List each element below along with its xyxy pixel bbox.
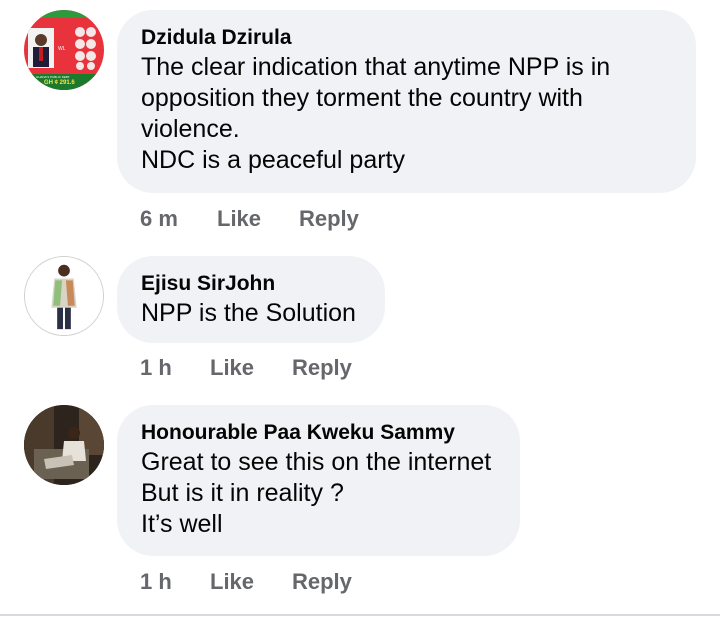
comment-line: But is it in reality ? (141, 479, 344, 507)
avatar-image (24, 405, 104, 485)
comment-author[interactable]: Ejisu SirJohn (141, 270, 363, 298)
comment-line: NPP is the Solution (141, 299, 356, 327)
like-button[interactable]: Like (217, 206, 261, 232)
divider (0, 614, 720, 616)
avatar[interactable] (24, 405, 104, 485)
comment-timestamp[interactable]: 1 h (140, 355, 172, 381)
comment-timestamp[interactable]: 6 m (140, 206, 178, 232)
comment-line: opposition they torment the country with (141, 84, 583, 112)
comment-line: Great to see this on the internet (141, 448, 492, 476)
reply-button[interactable]: Reply (292, 569, 352, 595)
reply-button[interactable]: Reply (299, 206, 359, 232)
comment-bubble: Honourable Paa Kweku Sammy Great to see … (117, 405, 520, 556)
comment-line: NDC is a peaceful party (141, 146, 406, 174)
comment-author[interactable]: Honourable Paa Kweku Sammy (141, 419, 498, 447)
comment-author[interactable]: Dzidula Dzirula (141, 24, 674, 52)
avatar-image (25, 257, 103, 335)
avatar-label-debt: GHANA'S PUBLIC DEBT (36, 75, 70, 79)
avatar[interactable]: WL GHANA'S PUBLIC DEBT GH ¢ 291.6 (24, 10, 104, 90)
comment-bubble: Ejisu SirJohn NPP is the Solution (117, 256, 385, 343)
comment-line: The clear indication that anytime NPP is… (141, 53, 611, 81)
comment-bubble: Dzidula Dzirula The clear indication tha… (117, 10, 696, 193)
reply-button[interactable]: Reply (292, 355, 352, 381)
avatar[interactable] (24, 256, 104, 336)
avatar-label-wl: WL (58, 46, 66, 52)
comment-line: violence. (141, 115, 240, 143)
avatar-label-amount: GH ¢ 291.6 (44, 80, 75, 86)
like-button[interactable]: Like (210, 355, 254, 381)
comment-timestamp[interactable]: 1 h (140, 569, 172, 595)
like-button[interactable]: Like (210, 569, 254, 595)
comment-line: It’s well (141, 510, 223, 538)
